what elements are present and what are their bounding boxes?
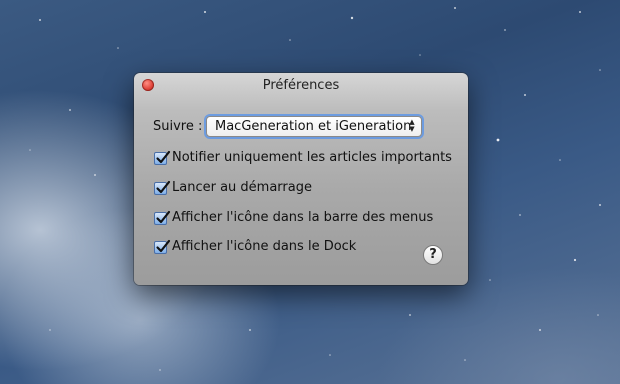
preferences-window: Préférences Suivre : MacGeneration et iG… (134, 73, 468, 285)
checkmark-icon (156, 150, 171, 164)
checkbox[interactable] (154, 180, 171, 195)
option-label: Afficher l'icône dans le Dock (172, 239, 357, 254)
checkbox[interactable] (154, 239, 171, 254)
follow-label: Suivre : (153, 119, 203, 134)
option-label: Lancer au démarrage (172, 180, 312, 195)
follow-select-value: MacGeneration et iGeneration (215, 119, 412, 134)
option-label: Afficher l'icône dans la barre des menus (172, 210, 434, 225)
select-arrows-icon: ▲ ▼ (409, 118, 415, 133)
checkmark-icon (156, 180, 171, 194)
title-bar[interactable]: Préférences (134, 73, 468, 99)
help-button[interactable]: ? (423, 245, 443, 265)
follow-select[interactable]: MacGeneration et iGeneration ▲ ▼ (206, 116, 422, 137)
checkmark-icon (156, 210, 171, 224)
checkbox[interactable] (154, 150, 171, 165)
checkbox[interactable] (154, 210, 171, 225)
option-label: Notifier uniquement les articles importa… (172, 150, 452, 165)
window-title: Préférences (262, 78, 340, 93)
checkmark-icon (156, 239, 171, 253)
